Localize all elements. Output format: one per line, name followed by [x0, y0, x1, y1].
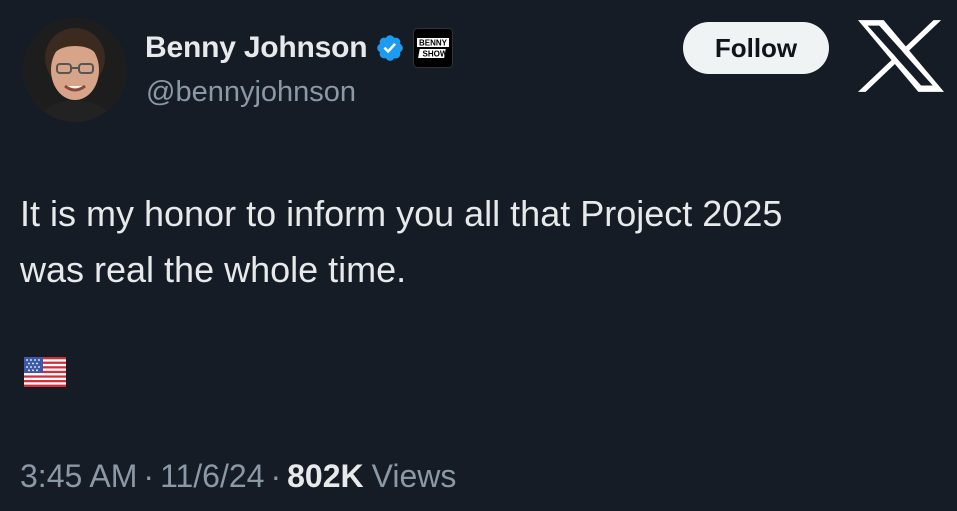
tweet-header: Benny Johnson BENNY SHOW @bennyjohnson F…	[0, 0, 957, 130]
tweet-time[interactable]: 3:45 AM	[20, 458, 137, 495]
tweet-text-line: It is my honor to inform you all that Pr…	[20, 193, 783, 234]
avatar-photo	[23, 18, 127, 122]
tweet-meta: 3:45 AM · 11/6/24 · 802K Views	[20, 458, 456, 495]
separator: ·	[270, 458, 282, 494]
tweet-date[interactable]: 11/6/24	[160, 458, 264, 495]
affiliate-badge[interactable]: BENNY SHOW	[413, 28, 454, 68]
user-handle[interactable]: @bennyjohnson	[146, 76, 356, 109]
views-label: Views	[371, 458, 457, 494]
benny-show-logo: BENNY SHOW	[417, 38, 450, 59]
verified-badge-icon[interactable]	[375, 33, 405, 63]
name-row: Benny Johnson BENNY SHOW	[145, 28, 454, 68]
us-flag-emoji	[24, 357, 66, 387]
svg-text:SHOW: SHOW	[423, 50, 448, 59]
follow-button[interactable]: Follow	[683, 22, 829, 74]
views-count[interactable]: 802K	[287, 458, 364, 495]
x-logo-icon[interactable]	[858, 20, 944, 92]
avatar[interactable]	[23, 18, 127, 122]
tweet-text: It is my honor to inform you all that Pr…	[20, 186, 920, 298]
separator: ·	[143, 458, 155, 494]
svg-text:BENNY: BENNY	[419, 39, 448, 48]
display-name[interactable]: Benny Johnson	[145, 31, 368, 65]
tweet-text-line: was real the whole time.	[20, 249, 407, 290]
